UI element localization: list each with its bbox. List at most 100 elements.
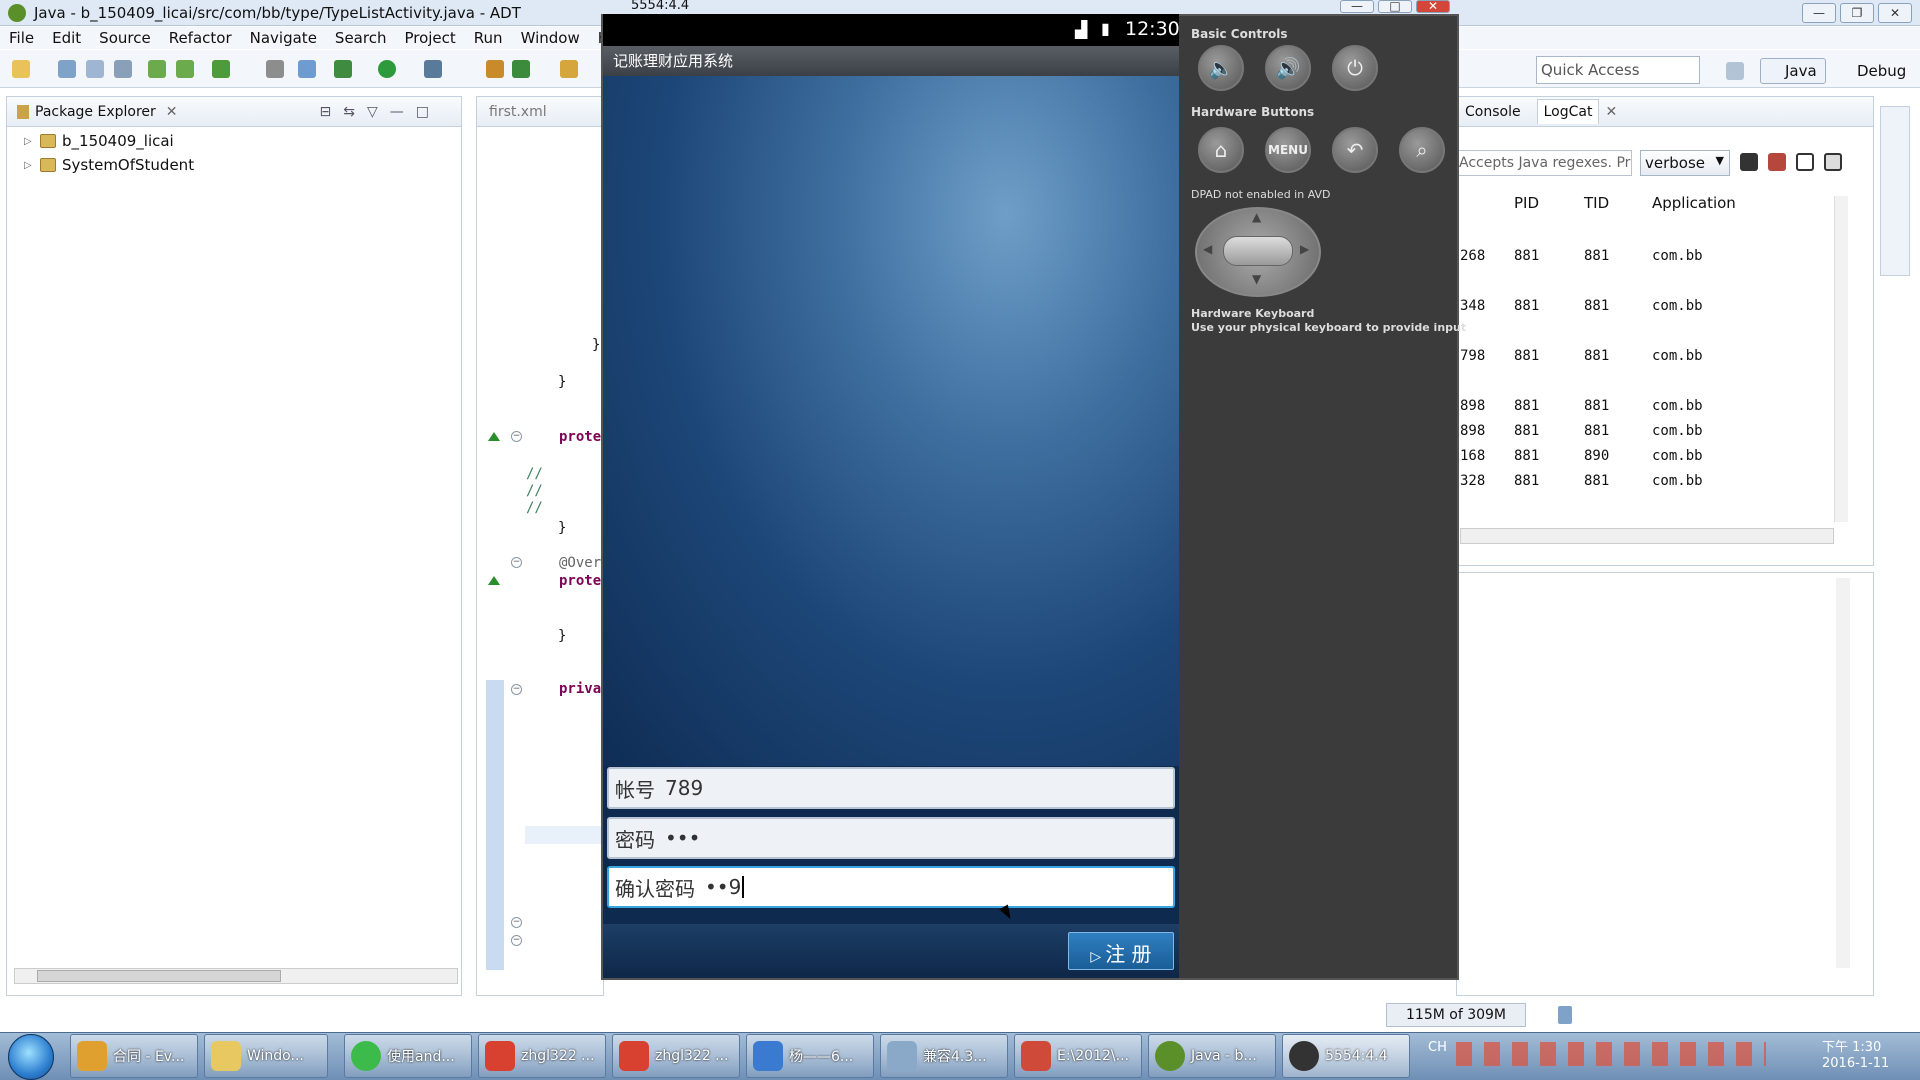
emulator-close-button[interactable]: ✕ — [1416, 0, 1450, 13]
language-indicator[interactable]: CH — [1428, 1040, 1447, 1055]
trim-stack[interactable] — [1880, 106, 1910, 276]
dpad-left-icon[interactable]: ◀ — [1203, 242, 1212, 256]
menu-source[interactable]: Source — [90, 29, 160, 47]
back-button[interactable]: ↶ — [1332, 127, 1378, 173]
open-type-icon[interactable] — [560, 60, 578, 78]
vertical-scrollbar[interactable] — [1836, 578, 1850, 968]
logcat-filter-input[interactable]: Accepts Java regexes. Pre — [1456, 150, 1632, 176]
taskbar-item[interactable]: zhgl322 ... — [478, 1034, 606, 1078]
tray-date[interactable]: 2016-1-11 — [1822, 1056, 1889, 1071]
header-application[interactable]: Application — [1652, 194, 1736, 212]
debug-icon[interactable] — [334, 60, 352, 78]
menu-file[interactable]: File — [0, 29, 43, 47]
menu-search[interactable]: Search — [326, 29, 396, 47]
start-button[interactable] — [8, 1034, 54, 1080]
emulator-maximize-button[interactable]: □ — [1378, 0, 1412, 13]
dpad-center-button[interactable] — [1223, 236, 1293, 266]
volume-up-button[interactable]: 🔊 — [1265, 45, 1311, 91]
new-icon[interactable] — [12, 60, 30, 78]
maximize-button[interactable]: ❐ — [1840, 3, 1874, 23]
account-field[interactable]: 帐号 789 — [607, 767, 1175, 809]
taskbar-item[interactable]: Java - b... — [1148, 1034, 1276, 1078]
editor-change-ruler — [486, 680, 504, 970]
quick-access-input[interactable]: Quick Access — [1536, 56, 1700, 84]
volume-down-button[interactable]: 🔈 — [1198, 45, 1244, 91]
fold-icon[interactable]: − — [511, 935, 522, 946]
save-icon[interactable] — [58, 60, 76, 78]
fold-icon[interactable]: − — [511, 557, 522, 568]
register-button[interactable]: ▷ 注 册 — [1068, 932, 1174, 970]
garbage-collect-icon[interactable] — [1558, 1006, 1572, 1024]
close-button[interactable]: ✕ — [1878, 3, 1912, 23]
log-level-select[interactable]: verbose ▼ — [1640, 150, 1730, 176]
external-tools-icon[interactable] — [424, 60, 442, 78]
power-button[interactable]: ⏻ — [1332, 45, 1378, 91]
avd-manager-icon[interactable] — [176, 60, 194, 78]
minimize-button[interactable]: — — [1802, 3, 1836, 23]
debug-perspective-button[interactable]: Debug — [1832, 58, 1908, 84]
header-tid[interactable]: TID — [1584, 194, 1609, 212]
view-toolbar-icons[interactable]: ⊟⇆▽—□ — [320, 104, 441, 120]
open-perspective-icon[interactable] — [1726, 62, 1744, 80]
tray-time[interactable]: 下午 1:30 — [1822, 1036, 1881, 1055]
taskbar-item[interactable]: 使用and... — [344, 1034, 472, 1078]
new-class-icon[interactable] — [512, 60, 530, 78]
save-log-icon[interactable] — [1740, 153, 1758, 171]
menu-project[interactable]: Project — [395, 29, 464, 47]
tab-logcat[interactable]: LogCat — [1536, 99, 1600, 124]
scrollbar-thumb[interactable] — [37, 970, 281, 982]
tray-icons[interactable] — [1456, 1042, 1766, 1066]
header-pid[interactable]: PID — [1514, 194, 1539, 212]
menu-window[interactable]: Window — [512, 29, 589, 47]
fold-icon[interactable]: − — [511, 684, 522, 695]
toggle-filters-icon[interactable] — [1796, 153, 1814, 171]
taskbar-item[interactable]: Windo... — [204, 1034, 328, 1078]
menu-refactor[interactable]: Refactor — [160, 29, 241, 47]
horizontal-scrollbar[interactable] — [14, 968, 458, 984]
taskbar-item-active[interactable]: 5554:4.4 — [1282, 1034, 1410, 1078]
taskbar-item[interactable]: E:\2012\... — [1014, 1034, 1142, 1078]
menu-edit[interactable]: Edit — [43, 29, 90, 47]
run-icon[interactable] — [378, 60, 396, 78]
taskbar-item[interactable]: zhgl322 ... — [612, 1034, 740, 1078]
android-sdk-icon[interactable] — [148, 60, 166, 78]
tab-console[interactable]: Console — [1465, 104, 1521, 120]
pin-icon[interactable] — [298, 60, 316, 78]
dpad-down-icon[interactable]: ▼ — [1252, 272, 1261, 286]
search-button[interactable]: ⌕ — [1399, 127, 1445, 173]
fold-icon[interactable]: − — [511, 917, 522, 928]
expand-arrow-icon[interactable]: ▷ — [24, 136, 32, 147]
logcat-horizontal-scrollbar[interactable] — [1460, 528, 1834, 544]
project-item[interactable]: SystemOfStudent — [40, 156, 194, 174]
menu-navigate[interactable]: Navigate — [241, 29, 326, 47]
dpad-up-icon[interactable]: ▲ — [1252, 210, 1261, 224]
password-value: ••• — [665, 826, 701, 850]
heap-status[interactable]: 115M of 309M — [1386, 1003, 1526, 1027]
confirm-password-field[interactable]: 确认密码 ••9 — [607, 866, 1175, 908]
expand-arrow-icon[interactable]: ▷ — [24, 160, 32, 171]
project-item[interactable]: b_150409_licai — [40, 132, 174, 150]
menu-button[interactable]: MENU — [1265, 127, 1311, 173]
java-perspective-button[interactable]: Java — [1760, 58, 1826, 84]
new-package-icon[interactable] — [486, 60, 504, 78]
fold-icon[interactable]: − — [511, 431, 522, 442]
skip-icon[interactable] — [266, 60, 284, 78]
tab-package-explorer[interactable]: Package Explorer — [35, 104, 156, 120]
taskbar-item[interactable]: 合同 - Ev... — [70, 1034, 198, 1078]
close-icon[interactable]: ✕ — [166, 104, 178, 120]
emulator-minimize-button[interactable]: — — [1340, 0, 1374, 13]
taskbar-item[interactable]: 兼容4.3... — [880, 1034, 1008, 1078]
logcat-vertical-scrollbar[interactable] — [1834, 196, 1848, 522]
check-icon[interactable] — [212, 60, 230, 78]
home-button[interactable]: ⌂ — [1198, 127, 1244, 173]
clear-log-icon[interactable] — [1768, 153, 1786, 171]
dpad-right-icon[interactable]: ▶ — [1300, 242, 1309, 256]
menu-run[interactable]: Run — [465, 29, 512, 47]
save-all-icon[interactable] — [86, 60, 104, 78]
password-field[interactable]: 密码 ••• — [607, 817, 1175, 859]
taskbar-item[interactable]: 杨——6... — [746, 1034, 874, 1078]
scroll-lock-icon[interactable] — [1824, 153, 1842, 171]
close-icon[interactable]: ✕ — [1605, 104, 1617, 120]
print-icon[interactable] — [114, 60, 132, 78]
tab-first-xml[interactable]: first.xml — [489, 104, 547, 120]
